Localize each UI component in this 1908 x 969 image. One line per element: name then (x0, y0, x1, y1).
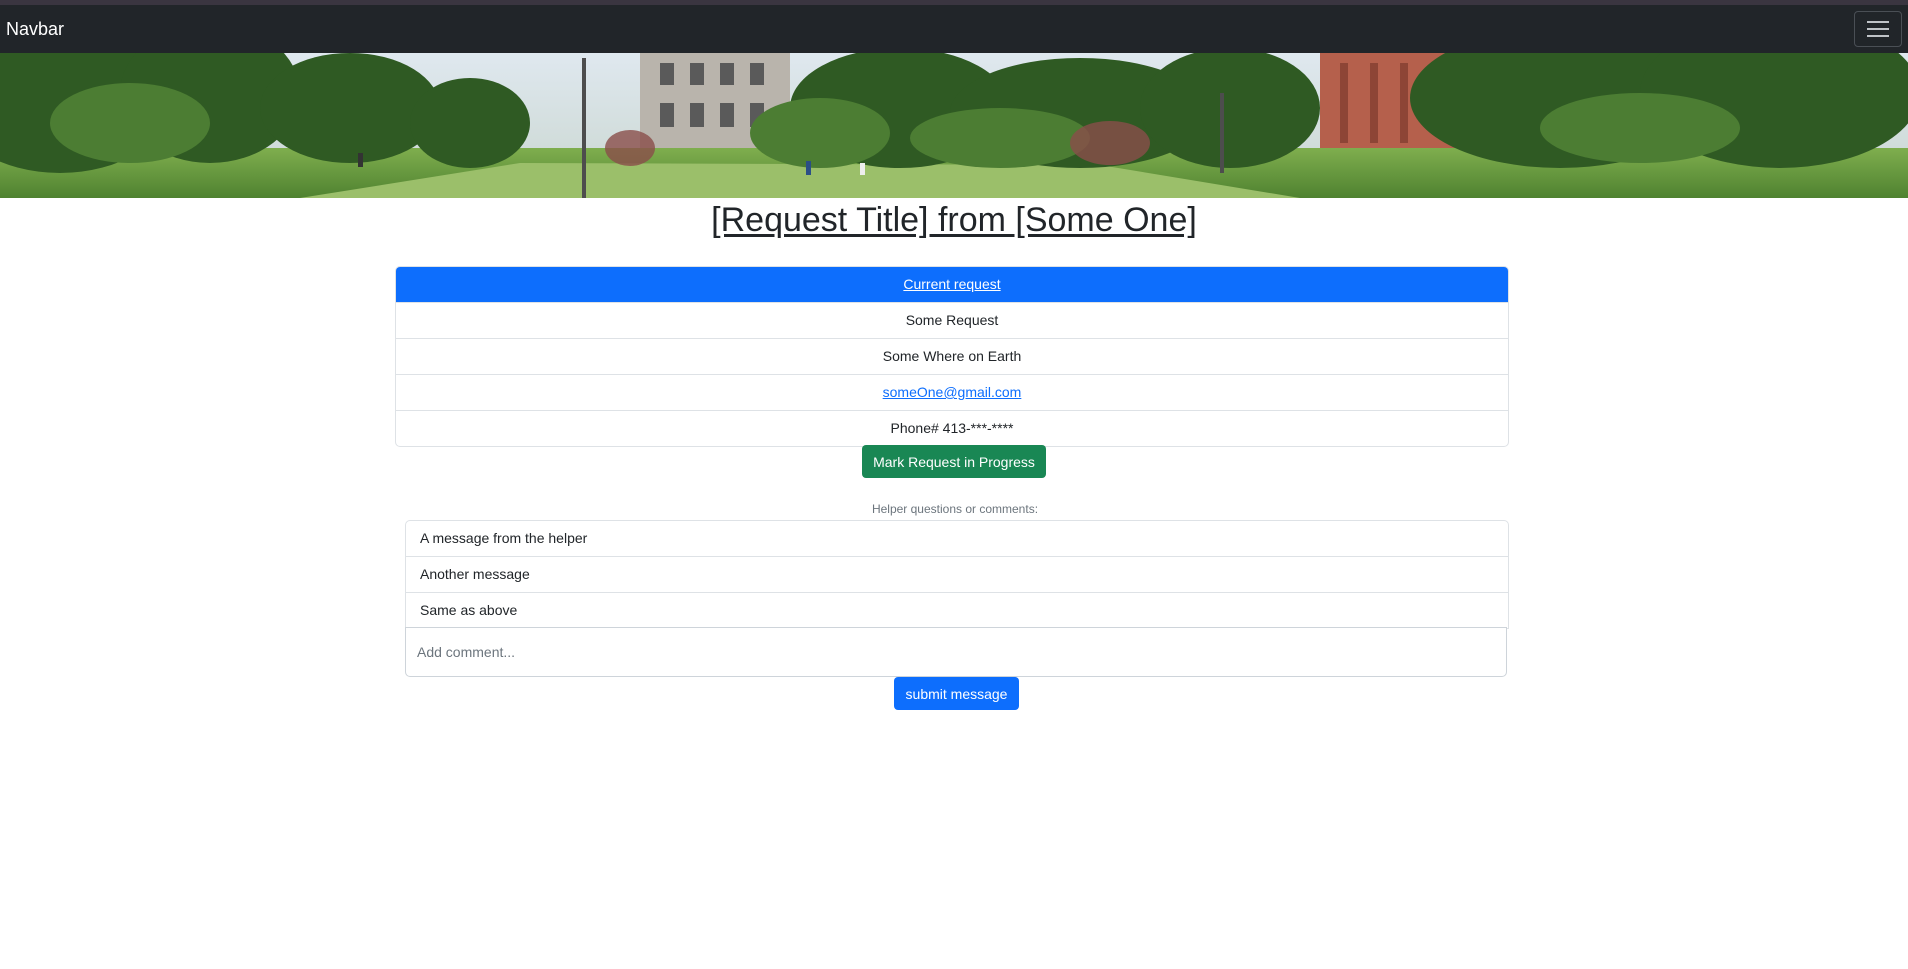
navbar-brand[interactable]: Navbar (6, 19, 64, 40)
request-email-link[interactable]: someOne@gmail.com (883, 384, 1022, 400)
helper-messages-list: A message from the helper Another messag… (405, 520, 1509, 629)
page-title-wrapper: [Request Title] from [Some One] (0, 198, 1908, 266)
request-email-item: someOne@gmail.com (396, 374, 1508, 410)
list-item: Another message (406, 556, 1508, 592)
mark-in-progress-button[interactable]: Mark Request in Progress (862, 445, 1046, 478)
request-list-header: Current request (396, 267, 1508, 302)
request-phone-item: Phone# 413-***-**** (396, 410, 1508, 446)
campus-banner-image (0, 53, 1908, 198)
add-comment-input[interactable] (405, 627, 1507, 677)
page-title[interactable]: [Request Title] from [Some One] (711, 198, 1197, 242)
hamburger-menu-icon[interactable] (1854, 11, 1902, 47)
list-item: Same as above (406, 592, 1508, 628)
navbar: Navbar (0, 5, 1908, 53)
request-title-item: Some Request (396, 302, 1508, 338)
list-item: A message from the helper (420, 530, 588, 546)
helper-comments-label: Helper questions or comments: (871, 502, 1039, 516)
current-request-link[interactable]: Current request (903, 276, 1000, 292)
request-details-list: Current request Some Request Some Where … (395, 266, 1509, 447)
request-location-item: Some Where on Earth (396, 338, 1508, 374)
submit-message-button[interactable]: submit message (894, 677, 1019, 710)
